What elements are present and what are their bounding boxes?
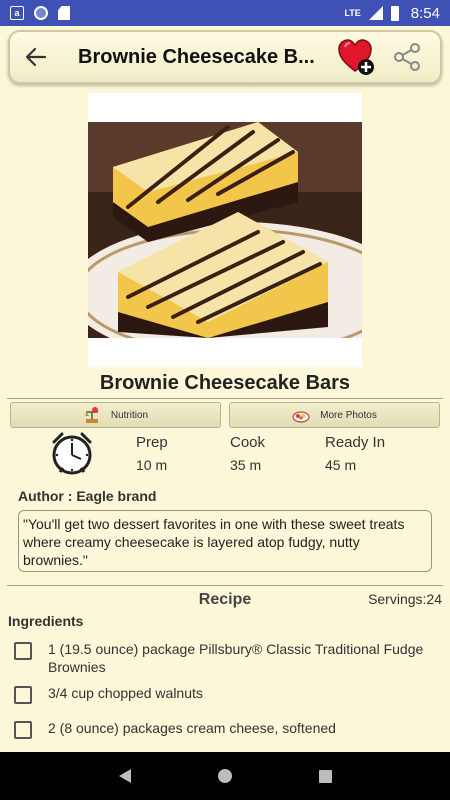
alarm-clock-icon xyxy=(52,432,92,475)
page-title: Brownie Cheesecake B... xyxy=(78,45,315,68)
battery-icon xyxy=(390,5,399,21)
ingredient-checkbox[interactable] xyxy=(14,721,32,739)
notification-circle-icon xyxy=(34,6,48,20)
servings: Servings:24 xyxy=(368,591,442,607)
back-button[interactable] xyxy=(14,35,58,79)
add-favorite-button[interactable] xyxy=(337,37,377,77)
arrow-left-icon xyxy=(25,47,47,67)
ingredient-text: 1 (19.5 ounce) package Pillsbury® Classi… xyxy=(48,641,424,675)
ingredient-checkbox[interactable] xyxy=(14,642,32,660)
signal-icon xyxy=(368,6,383,20)
nav-recents-icon[interactable] xyxy=(318,769,332,783)
status-bar: a LTE 8:54 xyxy=(0,0,450,26)
ingredient-item: 2 (8 ounce) packages cream cheese, softe… xyxy=(14,719,438,739)
nutrition-button[interactable]: Nutrition xyxy=(10,402,221,428)
recipe-photo xyxy=(88,122,362,338)
ingredient-text: 2 (8 ounce) packages cream cheese, softe… xyxy=(48,720,336,736)
nutrition-scale-icon xyxy=(84,407,98,423)
prep-value: 10 m xyxy=(136,457,168,473)
author: Author : Eagle brand xyxy=(18,488,157,504)
ready-label: Ready In xyxy=(325,434,386,451)
clock-time: 8:54 xyxy=(410,4,440,22)
ingredient-item: 3/4 cup chopped walnuts xyxy=(14,684,438,704)
nutrition-label: Nutrition xyxy=(110,409,149,421)
nav-home-icon[interactable] xyxy=(217,769,232,783)
sd-card-icon xyxy=(58,6,70,20)
share-icon xyxy=(394,43,420,71)
recipe-photo-frame[interactable] xyxy=(88,93,362,367)
notification-a-icon: a xyxy=(10,6,24,20)
more-photos-label: More Photos xyxy=(320,409,377,421)
cook-value: 35 m xyxy=(230,457,262,473)
divider xyxy=(7,585,443,586)
recipe-title: Brownie Cheesecake Bars xyxy=(99,372,351,394)
app-bar: Brownie Cheesecake B... xyxy=(8,30,442,84)
ingredient-item: 1 (19.5 ounce) package Pillsbury® Classi… xyxy=(14,640,438,676)
ready-time: Ready In 45 m xyxy=(325,434,385,473)
ingredient-text: 3/4 cup chopped walnuts xyxy=(48,685,203,701)
system-nav-bar xyxy=(0,752,450,800)
photos-plate-icon xyxy=(292,411,310,423)
ready-value: 45 m xyxy=(325,457,357,473)
ingredient-checkbox[interactable] xyxy=(14,686,32,704)
heart-plus-icon xyxy=(338,39,374,75)
share-button[interactable] xyxy=(387,37,427,77)
prep-label: Prep xyxy=(136,434,168,451)
recipe-description: "You'll get two dessert favorites in one… xyxy=(18,510,432,572)
cook-label: Cook xyxy=(230,434,266,451)
network-type: LTE xyxy=(344,8,361,18)
prep-time: Prep 10 m xyxy=(136,434,168,473)
cook-time: Cook 35 m xyxy=(230,434,265,473)
more-photos-button[interactable]: More Photos xyxy=(229,402,440,428)
divider xyxy=(7,398,443,399)
ingredients-heading: Ingredients xyxy=(8,613,84,629)
nav-back-icon[interactable] xyxy=(118,769,131,783)
